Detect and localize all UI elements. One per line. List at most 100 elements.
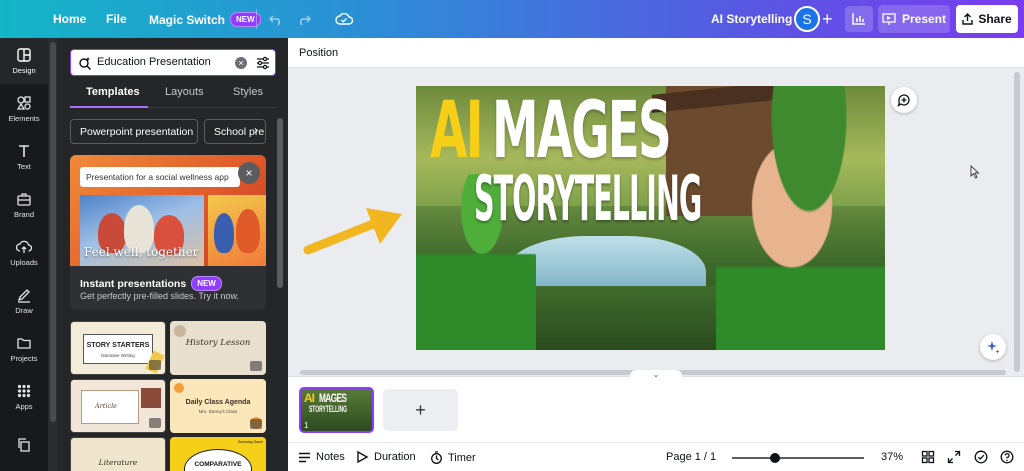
rail-item-text[interactable]: Text [0,134,48,180]
zoom-slider-handle[interactable] [770,453,780,463]
rail-item-draw[interactable]: Draw [0,278,48,324]
magic-assistant-button[interactable] [980,334,1006,360]
tab-styles[interactable]: Styles [233,86,263,98]
home-button[interactable]: Home [53,12,86,26]
upload-share-icon [962,13,974,25]
share-label: Share [978,12,1012,26]
promo-prompt-input[interactable]: Presentation for a social wellness app [80,167,240,187]
upload-icon [16,240,32,253]
tab-templates[interactable]: Templates [86,86,140,98]
check-circle-icon[interactable] [974,450,988,464]
comment-plus-icon [897,94,910,107]
grid-icon [17,384,31,398]
file-menu-button[interactable]: File [106,12,127,26]
insights-button[interactable] [845,6,873,32]
page-number: 1 [304,421,309,430]
template-thumb-story-starters[interactable]: STORY STARTERS Narrative Writing [70,321,166,375]
folder-icon [17,338,31,349]
new-badge: NEW [191,276,222,291]
sparkle-icon [987,341,1000,354]
shapes-icon [16,96,31,110]
clear-search-icon[interactable]: × [235,57,247,69]
filter-icon [257,56,269,70]
top-bar: Home File Magic Switch NEW AI Storytelli… [0,0,1024,38]
position-button[interactable]: Position [299,47,338,59]
instant-presentations-card[interactable]: Feel well, together Presentation for a s… [70,155,266,310]
chip-powerpoint-presentation[interactable]: Powerpoint presentation [70,119,198,144]
rail-item-design[interactable]: Design [0,38,48,84]
promo-subtitle: Get perfectly pre-filled slides. Try it … [80,291,240,301]
slide-title-mages[interactable]: MAGES [492,92,672,170]
template-thumb-history-lesson[interactable]: History Lesson [170,321,266,375]
bar-chart-icon [852,13,865,25]
template-thumb-literature[interactable]: Literature [70,437,166,471]
rail-item-elements[interactable]: Elements [0,86,48,132]
briefcase-icon [17,193,31,206]
tab-layouts[interactable]: Layouts [165,86,204,98]
redo-icon[interactable] [294,9,314,29]
magic-switch-label: Magic Switch [149,12,226,27]
timer-button[interactable]: Timer [430,451,476,464]
slide-title-ai[interactable]: AI [430,92,484,170]
timer-icon [431,451,442,464]
zoom-slider[interactable] [732,457,864,459]
pen-icon [17,289,30,303]
templates-panel: Education Presentation × Templates Layou… [58,38,288,471]
help-icon[interactable] [1000,450,1014,464]
rail-item-brand[interactable]: Brand [0,182,48,228]
panel-scroll-thumb[interactable] [277,118,283,288]
share-button[interactable]: Share [956,5,1018,33]
present-button[interactable]: Present [878,5,950,33]
present-label: Present [901,12,947,26]
menu-icon[interactable] [16,12,30,24]
fullscreen-icon[interactable] [947,450,961,464]
magic-switch-button[interactable]: Magic Switch NEW [149,12,261,27]
slide-title-storytelling[interactable]: STORYTELLING [474,168,702,230]
context-toolbar: Position [288,38,1024,68]
close-icon[interactable]: × [238,162,260,184]
add-page-button[interactable]: + [383,389,458,431]
vertical-scrollbar[interactable] [1014,72,1020,372]
magic-search-icon [79,57,92,70]
zoom-level[interactable]: 37% [881,451,903,463]
add-collaborator-icon[interactable]: + [822,9,833,30]
promo-slide-preview-2 [208,195,266,266]
notes-icon [299,452,310,462]
template-thumb-article[interactable]: Article [70,379,166,433]
rail-item-projects[interactable]: Projects [0,326,48,372]
duration-button[interactable]: Duration [356,451,416,463]
promo-image: Feel well, together Presentation for a s… [70,155,266,266]
avatar[interactable]: S [794,6,820,32]
yellow-arrow-graphic [303,208,402,255]
rail-item-uploads[interactable]: Uploads [0,230,48,276]
template-thumb-comparative[interactable]: COMPARATIVE Guessing Game [170,437,266,471]
slide-canvas[interactable]: AI MAGES STORYTELLING [416,86,885,350]
rail-item-apps[interactable]: Apps [0,374,48,420]
template-search-input[interactable]: Education Presentation × [70,49,276,76]
template-thumb-daily-class-agenda[interactable]: Daily Class Agenda Mrs. Danny's Class [170,379,266,433]
play-icon [357,451,369,463]
chevron-down-icon[interactable]: ⌄ [630,370,682,379]
grid-view-icon[interactable] [921,450,935,464]
cloud-saved-icon[interactable] [334,9,354,29]
panel-tabs: Templates Layouts Styles [70,86,276,108]
chevron-right-icon[interactable]: › [254,123,258,137]
text-icon [19,145,29,157]
promo-slide-caption: Feel well, together [84,245,199,259]
notes-button[interactable]: Notes [298,451,345,463]
promo-title: Instant presentations NEW [80,276,222,291]
page-thumbnail[interactable]: AI MAGES STORYTELLING 1 [299,387,374,433]
rail-item-more[interactable] [0,430,48,460]
undo-icon[interactable] [266,9,286,29]
divider [256,9,257,29]
child-portrait-figure [716,86,885,350]
tab-active-indicator [70,106,148,108]
layout-icon [17,48,31,62]
document-title[interactable]: AI Storytelling [711,12,792,26]
add-comment-button[interactable] [891,87,917,113]
copy-icon [18,438,30,452]
left-rail: Design Elements Text Brand Uploads Draw … [0,38,48,471]
rail-scroll-thumb[interactable] [50,42,56,422]
search-value: Education Presentation [97,56,211,68]
page-indicator[interactable]: Page 1 / 1 [666,451,716,463]
